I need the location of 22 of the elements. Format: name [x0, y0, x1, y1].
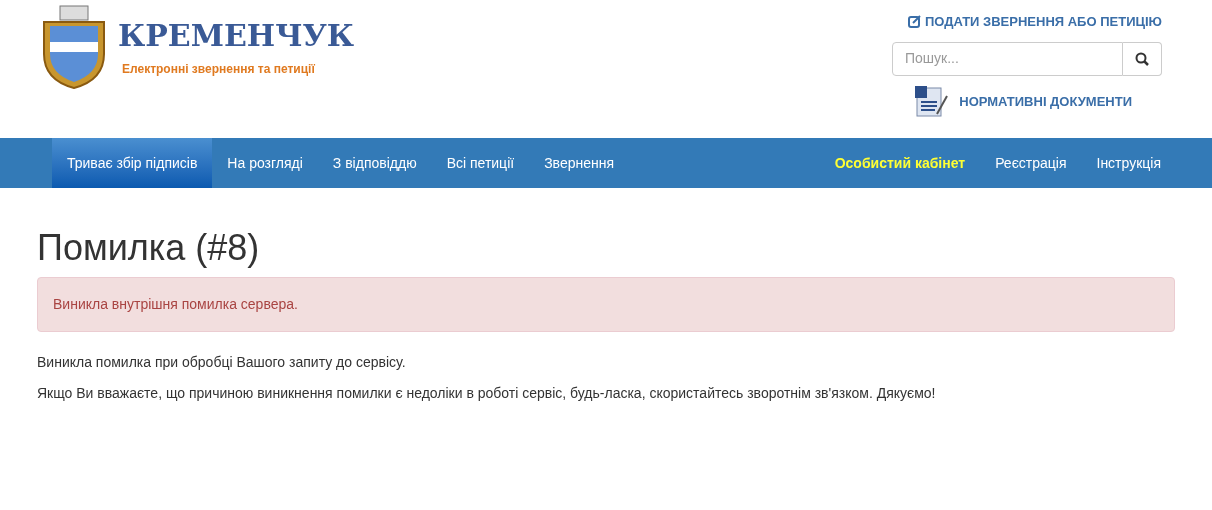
- search-field[interactable]: Пошук...: [892, 41, 1123, 76]
- logo-subtitle: Електронні звернення та петиції: [122, 61, 316, 78]
- submit-link[interactable]: ПОДАТИ ЗВЕРНЕННЯ АБО ПЕТИЦІЮ: [907, 12, 1162, 32]
- message-text: Якщо Ви вважаєте, що причиною виникнення помилки є недоліки в роботі сервіс, будь-ласка, скористайтесь зворотнім зв'язком. Дякуємо!: [37, 384, 937, 403]
- nav-tab[interactable]: З відповіддю: [317, 138, 432, 188]
- coat-of-arms-icon: [40, 4, 108, 90]
- message-text: Виникла помилка при обробці Вашого запиту до сервісу.: [37, 353, 407, 372]
- nav-tab[interactable]: На розгляді: [212, 138, 318, 188]
- nav-link[interactable]: Особистий кабінет: [819, 138, 981, 188]
- page-heading: Помилка (#8): [37, 228, 261, 268]
- documents-link[interactable]: НОРМАТИВНІ ДОКУМЕНТИ: [913, 83, 1132, 120]
- nav-tab[interactable]: Всі петиції: [431, 138, 530, 188]
- document-icon: [913, 83, 950, 120]
- nav-link[interactable]: Реєстрація: [980, 138, 1082, 188]
- nav-link[interactable]: Інструкція: [1081, 138, 1176, 188]
- error-alert: Виникла внутрішня помилка сервера.: [37, 277, 1175, 332]
- search-button[interactable]: [1123, 41, 1162, 76]
- search-icon: [1135, 51, 1149, 66]
- edit-icon: [907, 15, 921, 29]
- nav-tab[interactable]: Триває збір підписів: [52, 138, 213, 188]
- logo-title: КРЕМЕНЧУК: [118, 17, 355, 55]
- nav-tab[interactable]: Звернення: [529, 138, 629, 188]
